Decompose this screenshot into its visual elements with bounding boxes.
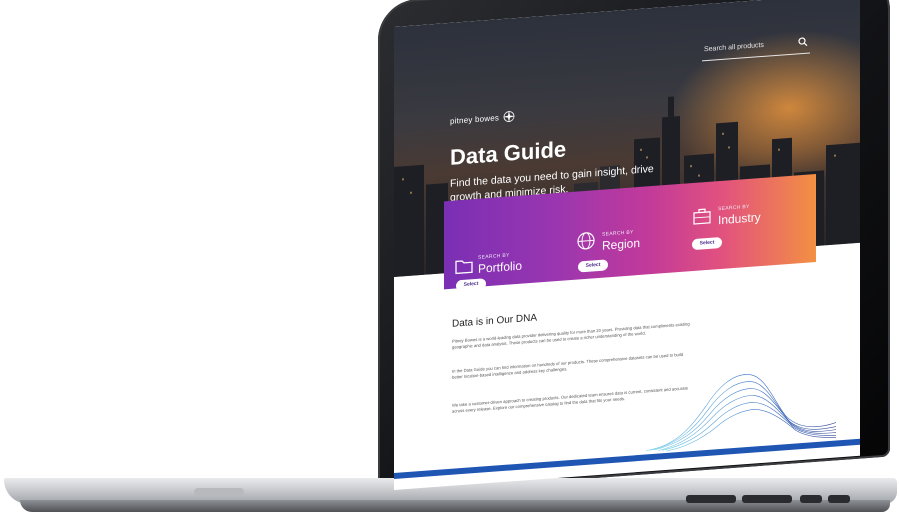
laptop-port [828, 495, 850, 503]
search-card-industry[interactable]: SEARCH BY Industry Select [692, 174, 816, 271]
briefcase-icon [693, 208, 711, 225]
globe-icon [577, 232, 595, 250]
card-label: Portfolio [478, 258, 523, 276]
select-region-button[interactable]: Select [578, 259, 608, 273]
search-card-region[interactable]: SEARCH BY Region Select [568, 183, 692, 280]
laptop-notch [194, 488, 244, 496]
select-industry-button[interactable]: Select [692, 236, 722, 251]
laptop-screen: Search all products pitney bowes Data Gu… [394, 0, 860, 490]
search-placeholder: Search all products [704, 41, 764, 54]
data-wave-graphic [646, 374, 836, 452]
folder-icon [455, 260, 473, 275]
laptop-port [686, 495, 736, 503]
compass-logo-icon [503, 110, 516, 123]
search-card-portfolio[interactable]: SEARCH BY Portfolio Select [444, 192, 568, 292]
card-label: Industry [718, 210, 761, 228]
section-title: Data is in Our DNA [452, 312, 538, 330]
laptop-port [742, 495, 792, 503]
select-portfolio-button[interactable]: Select [456, 278, 486, 292]
laptop-port [800, 495, 822, 503]
search-input[interactable]: Search all products [702, 37, 810, 62]
logo-text: pitney bowes [450, 112, 500, 126]
card-label: Region [602, 235, 641, 253]
search-icon[interactable] [798, 37, 808, 48]
